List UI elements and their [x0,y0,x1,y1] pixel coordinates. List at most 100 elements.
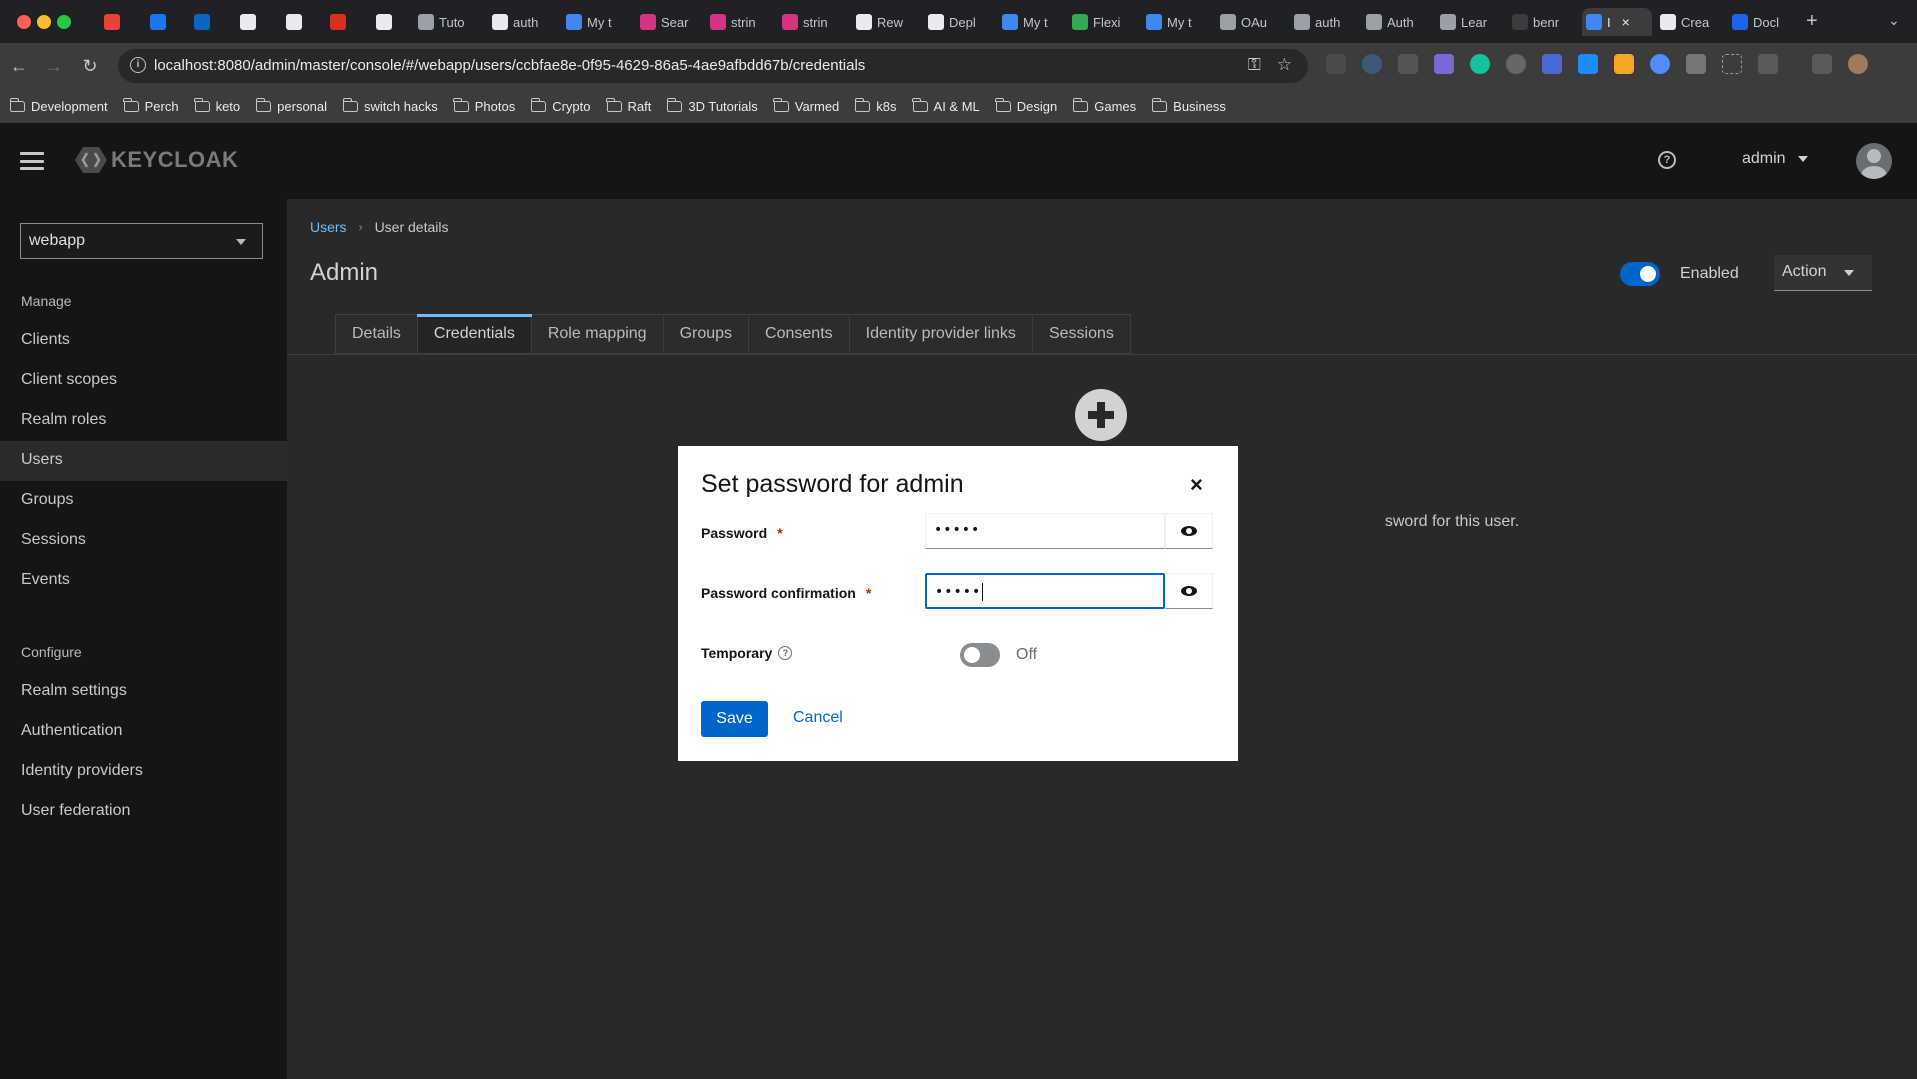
extension-icon[interactable] [1398,54,1418,74]
bookmark-folder[interactable]: Raft [606,97,651,114]
keycloak-logo[interactable]: KEYCLOAK [74,143,238,177]
avatar[interactable] [1856,143,1892,179]
sidebar-item-realm-roles[interactable]: Realm roles [0,401,287,441]
show-password-button[interactable] [1165,513,1213,549]
browser-tab[interactable]: strin [706,8,764,36]
bookmark-folder[interactable]: switch hacks [342,97,438,114]
browser-tab[interactable]: Crea [1656,8,1714,36]
browser-tab[interactable] [100,8,130,36]
new-tab-button[interactable]: + [1806,10,1818,33]
user-dropdown[interactable]: admin [1742,150,1808,168]
minimize-window-button[interactable] [37,15,51,29]
profile-avatar-icon[interactable] [1848,54,1868,74]
sidebar-item-events[interactable]: Events [0,561,287,601]
browser-tab[interactable]: Sear [636,8,694,36]
react-devtools-icon[interactable] [1362,54,1382,74]
bookmark-star-icon[interactable]: ☆ [1277,55,1292,75]
browser-tab[interactable] [236,8,266,36]
grammarly-icon[interactable] [1470,54,1490,74]
cancel-button[interactable]: Cancel [793,709,843,727]
extension-icon[interactable] [1434,54,1454,74]
extension-icon[interactable] [1542,54,1562,74]
camera-icon[interactable] [1686,54,1706,74]
sidebar-item-identity-providers[interactable]: Identity providers [0,752,287,792]
sidebar-item-users[interactable]: Users [0,441,287,481]
temporary-switch[interactable]: Off [960,643,1037,667]
browser-tab[interactable]: My t [562,8,620,36]
realm-selector[interactable]: webapp [20,223,263,259]
address-bar[interactable]: i localhost:8080/admin/master/console/#/… [118,49,1308,83]
site-info-icon[interactable]: i [130,57,146,73]
tab-details[interactable]: Details [335,314,418,354]
browser-tab[interactable]: Lear [1436,8,1494,36]
browser-tab[interactable] [326,8,356,36]
browser-tab[interactable]: Tuto [414,8,472,36]
browser-tab[interactable]: OAu [1216,8,1274,36]
browser-tab[interactable] [146,8,176,36]
bookmark-folder[interactable]: 3D Tutorials [666,97,758,114]
browser-tab[interactable]: strin [778,8,836,36]
tab-sessions[interactable]: Sessions [1032,314,1131,354]
help-icon[interactable]: ? [1658,151,1676,169]
sidebar-item-user-federation[interactable]: User federation [0,792,287,832]
extension-icon[interactable] [1614,54,1634,74]
show-confirmation-button[interactable] [1165,573,1213,609]
puzzle-extensions-icon[interactable] [1758,54,1778,74]
browser-tab[interactable]: Rew [852,8,910,36]
help-circle-icon[interactable]: ? [778,646,793,660]
breadcrumb-users-link[interactable]: Users [310,219,347,235]
enabled-switch[interactable]: Enabled [1620,262,1739,286]
tab-groups[interactable]: Groups [663,314,750,354]
sidebar-item-client-scopes[interactable]: Client scopes [0,361,287,401]
bookmark-folder[interactable]: AI & ML [912,97,980,114]
close-window-button[interactable] [17,15,31,29]
enabled-toggle[interactable] [1620,262,1660,286]
tab-identity-provider-links[interactable]: Identity provider links [849,314,1033,354]
forward-arrow-icon[interactable]: → [40,52,68,80]
k-extension-icon[interactable] [1578,54,1598,74]
key-icon[interactable]: ⚿ [1248,55,1261,75]
sidebar-item-sessions[interactable]: Sessions [0,521,287,561]
password-confirmation-field[interactable]: ••••• [925,573,1165,609]
bookmark-folder[interactable]: k8s [854,97,897,114]
tab-consents[interactable]: Consents [749,314,850,354]
extension-icon[interactable] [1326,54,1346,74]
hamburger-menu-icon[interactable] [20,152,44,170]
gear-icon[interactable] [1506,54,1526,74]
browser-tab[interactable]: auth [488,8,546,36]
bookmark-folder[interactable]: Business [1151,97,1226,114]
temporary-toggle[interactable] [960,643,1000,667]
bookmark-folder[interactable]: Games [1072,97,1136,114]
browser-tab[interactable]: Depl [924,8,982,36]
download-icon[interactable] [1812,54,1832,74]
tab-credentials[interactable]: Credentials [416,314,532,354]
sidebar-item-clients[interactable]: Clients [0,321,287,361]
password-field[interactable]: ••••• [925,513,1165,549]
url-text[interactable]: localhost:8080/admin/master/console/#/we… [154,57,865,74]
browser-tab[interactable]: Docl [1728,8,1786,36]
screenshot-icon[interactable] [1722,54,1742,74]
browser-tab[interactable] [282,8,312,36]
extension-icon[interactable] [1650,54,1670,74]
browser-tab[interactable]: I × [1582,8,1652,36]
sidebar-item-authentication[interactable]: Authentication [0,712,287,752]
browser-tab[interactable]: My t [1142,8,1200,36]
save-button[interactable]: Save [701,701,768,737]
close-tab-icon[interactable]: × [1622,14,1630,30]
bookmark-folder[interactable]: Crypto [530,97,591,114]
sidebar-item-groups[interactable]: Groups [0,481,287,521]
browser-tab[interactable] [190,8,220,36]
tab-role-mapping[interactable]: Role mapping [531,314,664,354]
bookmark-folder[interactable]: Development [9,97,108,114]
action-dropdown[interactable]: Action [1774,255,1872,291]
bookmark-folder[interactable]: personal [255,97,327,114]
bookmark-folder[interactable]: Varmed [773,97,839,114]
browser-tab[interactable]: auth [1290,8,1348,36]
browser-tab[interactable] [372,8,402,36]
browser-tab[interactable]: Flexi [1068,8,1126,36]
browser-tab[interactable]: benr [1508,8,1566,36]
maximize-window-button[interactable] [57,15,71,29]
bookmark-folder[interactable]: Design [995,97,1057,114]
browser-tab[interactable]: My t [998,8,1056,36]
close-icon[interactable]: × [1190,472,1203,498]
